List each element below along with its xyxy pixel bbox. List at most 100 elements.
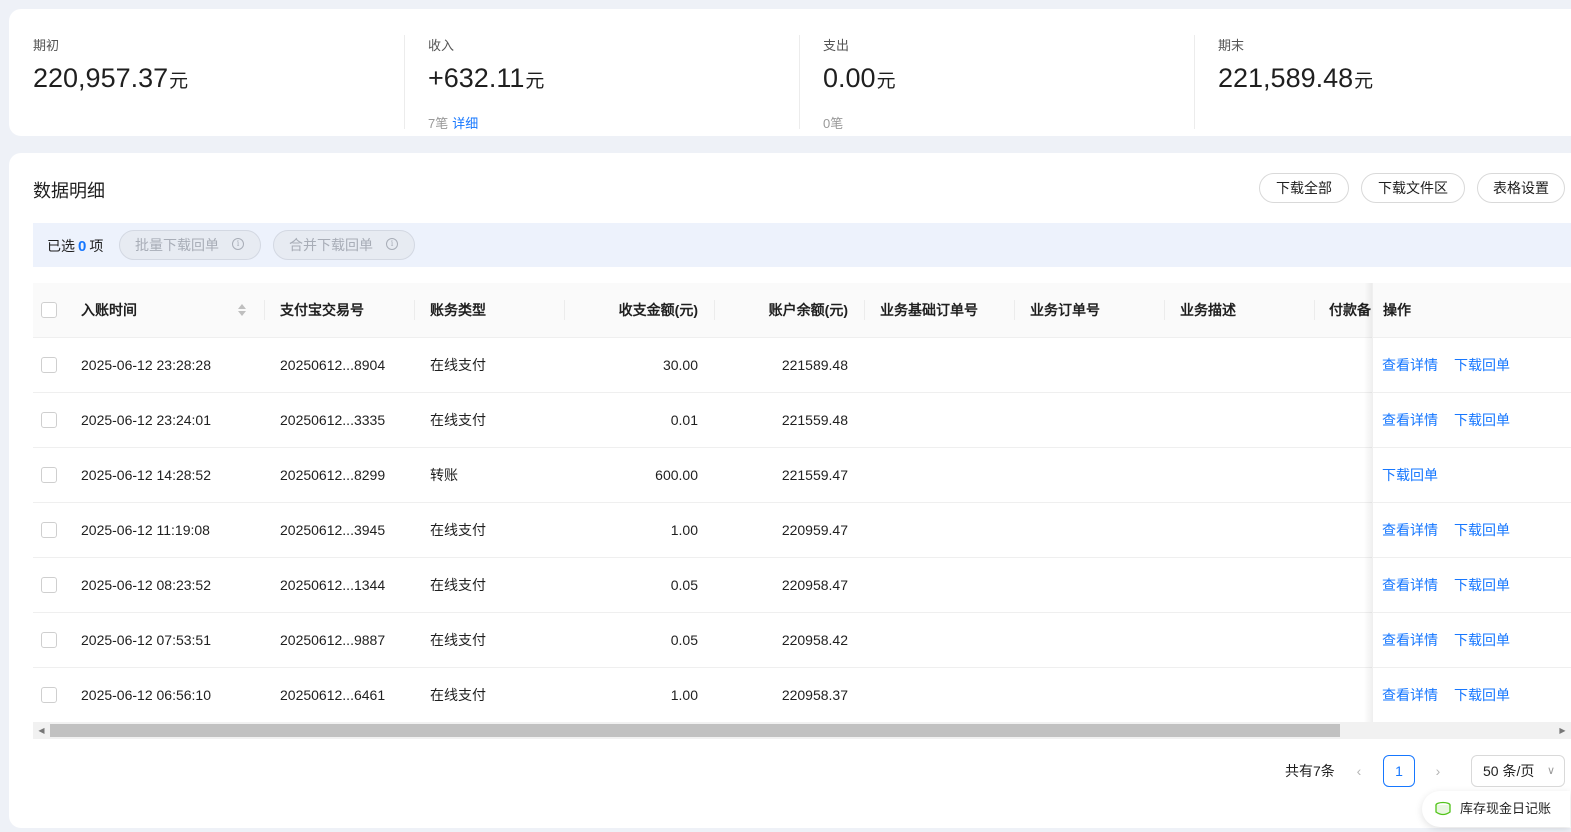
view-detail-link[interactable]: 查看详情 (1382, 393, 1438, 447)
column-separator (414, 300, 415, 320)
merge-download-button[interactable]: 合并下载回单 i (273, 230, 415, 260)
info-icon: i (386, 238, 398, 250)
section-title: 数据明细 (33, 181, 105, 201)
pagination-prev-icon[interactable]: ‹ (1349, 759, 1369, 783)
download-receipt-link[interactable]: 下载回单 (1454, 503, 1510, 557)
cash-journal-button[interactable]: 库存现金日记账 (1422, 791, 1570, 827)
column-header-amount: 收支金额(元) (618, 302, 698, 318)
chevron-down-icon: ∨ (1546, 765, 1555, 777)
cell-time: 2025-06-12 08:23:52 (81, 577, 211, 593)
cell-amount: 0.05 (670, 632, 698, 648)
stat-unit: 元 (876, 71, 896, 92)
table-row: 2025-06-12 08:23:52 20250612...1344 在线支付 0.… (33, 558, 1571, 613)
detail-card: 数据明细 下载全部 下载文件区 表格设置 已选 0 项 批量下载回单 i 合并下载回… (9, 153, 1571, 828)
cell-time: 2025-06-12 14:28:52 (81, 467, 211, 483)
table-row: 2025-06-12 23:24:01 20250612...3335 在线支付 0.… (33, 393, 1571, 448)
selection-prefix: 已选 (47, 238, 75, 254)
view-detail-link[interactable]: 查看详情 (1382, 668, 1438, 722)
horizontal-scrollbar[interactable]: ◀ ▶ (33, 722, 1571, 739)
stat-number: 221,589.48 (1218, 63, 1354, 93)
cell-time: 2025-06-12 07:53:51 (81, 632, 211, 648)
row-checkbox[interactable] (41, 412, 57, 428)
scrollbar-thumb[interactable] (50, 724, 1340, 737)
view-detail-link[interactable]: 查看详情 (1382, 613, 1438, 667)
cell-type: 在线支付 (430, 577, 486, 593)
column-separator (714, 300, 715, 320)
cell-balance: 221589.48 (781, 357, 848, 373)
cell-balance: 220958.42 (781, 632, 848, 648)
cell-amount: 30.00 (662, 357, 698, 373)
batch-download-button[interactable]: 批量下载回单 i (119, 230, 261, 260)
batch-download-label: 批量下载回单 (135, 237, 219, 253)
merge-download-label: 合并下载回单 (289, 237, 373, 253)
stat-divider (1194, 35, 1195, 129)
stat-value: 221,589.48元 (1218, 63, 1373, 94)
income-detail-link[interactable]: 详细 (452, 116, 478, 131)
journal-icon (1435, 801, 1451, 816)
cell-balance: 220958.37 (781, 687, 848, 703)
view-detail-link[interactable]: 查看详情 (1382, 558, 1438, 612)
cell-trade-no: 20250612...3945 (280, 522, 386, 538)
cell-amount: 0.05 (670, 577, 698, 593)
stat-sub: 0笔 (823, 113, 843, 132)
column-header-balance: 账户余额(元) (768, 302, 848, 318)
page-size-value: 50 条/页 (1483, 763, 1535, 779)
row-checkbox[interactable] (41, 467, 57, 483)
cell-type: 在线支付 (430, 522, 486, 538)
scroll-right-arrow-icon[interactable]: ▶ (1554, 722, 1571, 739)
selection-count: 0 (78, 238, 87, 255)
download-receipt-link[interactable]: 下载回单 (1454, 338, 1510, 392)
pagination-next-icon[interactable]: › (1428, 759, 1448, 783)
selection-suffix: 项 (89, 238, 104, 254)
view-detail-link[interactable]: 查看详情 (1382, 338, 1438, 392)
download-area-button[interactable]: 下载文件区 (1361, 173, 1465, 203)
page-size-select[interactable]: 50 条/页 ∨ (1471, 755, 1565, 787)
column-header-time[interactable]: 入账时间 (81, 283, 231, 337)
view-detail-link[interactable]: 查看详情 (1382, 503, 1438, 557)
download-receipt-link[interactable]: 下载回单 (1454, 613, 1510, 667)
download-all-button[interactable]: 下载全部 (1259, 173, 1349, 203)
stat-sub: 7笔 详细 (428, 113, 478, 132)
download-receipt-link[interactable]: 下载回单 (1454, 668, 1510, 722)
row-checkbox[interactable] (41, 577, 57, 593)
table-settings-button[interactable]: 表格设置 (1477, 173, 1565, 203)
selection-summary: 已选 0 项 (47, 236, 103, 256)
pagination-total: 共有7条 (1285, 763, 1335, 779)
column-separator (1314, 300, 1315, 320)
select-all-checkbox[interactable] (41, 302, 57, 318)
data-table: 入账时间 支付宝交易号 账务类型 收支金额(元) 账户余额(元) 业务基础订单号… (33, 283, 1571, 723)
summary-card: 期初 220,957.37元 收入 +632.11元 7笔 详细 支出 0.00元… (9, 9, 1571, 136)
stat-label: 收入 (428, 38, 455, 53)
cell-time: 2025-06-12 23:28:28 (81, 357, 211, 373)
stat-closing: 期末 221,589.48元 (1218, 33, 1558, 129)
sort-icon[interactable] (237, 303, 247, 317)
row-checkbox[interactable] (41, 522, 57, 538)
cell-type: 在线支付 (430, 412, 486, 428)
cell-type: 在线支付 (430, 687, 486, 703)
cell-balance: 220958.47 (781, 577, 848, 593)
scroll-left-arrow-icon[interactable]: ◀ (33, 722, 50, 739)
stat-unit: 元 (1354, 71, 1374, 92)
cell-trade-no: 20250612...9887 (280, 632, 386, 648)
cell-type: 转账 (430, 467, 458, 483)
pagination-page-current[interactable]: 1 (1383, 755, 1415, 787)
stat-expense: 支出 0.00元 0笔 (823, 33, 1183, 132)
fixed-column-shadow (1364, 283, 1372, 723)
column-header-trade-no: 支付宝交易号 (280, 302, 364, 318)
row-checkbox[interactable] (41, 632, 57, 648)
download-receipt-link[interactable]: 下载回单 (1454, 558, 1510, 612)
cell-trade-no: 20250612...8299 (280, 467, 386, 483)
stat-number: +632.11 (428, 63, 525, 93)
row-checkbox[interactable] (41, 687, 57, 703)
cell-balance: 221559.47 (781, 467, 848, 483)
column-separator (1014, 300, 1015, 320)
view-detail-link[interactable]: 下载回单 (1382, 448, 1438, 502)
income-count: 7笔 (428, 116, 449, 131)
cell-type: 在线支付 (430, 357, 486, 373)
download-receipt-link[interactable]: 下载回单 (1454, 393, 1510, 447)
cell-amount: 0.01 (670, 412, 698, 428)
cell-type: 在线支付 (430, 632, 486, 648)
stat-value: 0.00元 (823, 63, 896, 94)
row-checkbox[interactable] (41, 357, 57, 373)
stat-value: 220,957.37元 (33, 63, 188, 94)
